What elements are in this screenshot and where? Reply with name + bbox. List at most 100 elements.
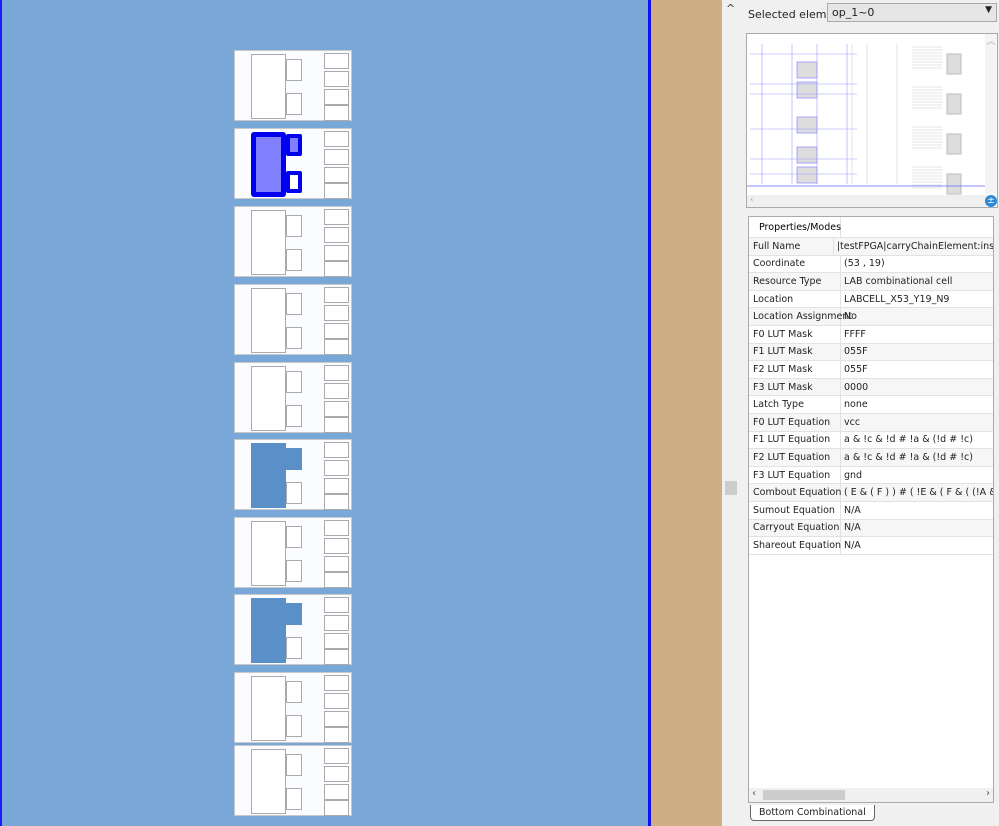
io-block[interactable] (324, 305, 349, 321)
register-block[interactable] (286, 215, 302, 237)
lut-block[interactable] (251, 54, 286, 119)
register-block[interactable] (286, 448, 302, 470)
io-block[interactable] (324, 401, 349, 417)
io-block[interactable] (324, 287, 349, 303)
lab-cell-tile[interactable] (234, 745, 352, 816)
register-block[interactable] (286, 482, 302, 504)
register-block[interactable] (286, 405, 302, 427)
io-block[interactable] (324, 520, 349, 536)
io-block[interactable] (324, 442, 349, 458)
io-block[interactable] (324, 365, 349, 381)
register-block[interactable] (286, 788, 302, 810)
io-block[interactable] (324, 800, 349, 816)
register-block[interactable] (286, 371, 302, 393)
register-block[interactable] (286, 59, 302, 81)
lut-block[interactable] (251, 288, 286, 353)
property-value: LABCELL_X53_Y19_N9 (844, 293, 950, 305)
io-block[interactable] (324, 323, 349, 339)
property-name: Full Name (749, 238, 834, 255)
lut-block[interactable] (251, 676, 286, 741)
io-block[interactable] (324, 89, 349, 105)
io-block[interactable] (324, 417, 349, 433)
lab-cell-tile[interactable] (234, 206, 352, 277)
schematic-preview[interactable]: ︿ ‹ ± (746, 33, 998, 208)
property-row: Full Name |testFPGA|carryChainElement:ins… (749, 238, 993, 256)
preview-horizontal-scrollbar[interactable]: ‹ (747, 195, 987, 207)
register-block[interactable] (286, 327, 302, 349)
register-block[interactable] (286, 93, 302, 115)
lab-cell-tile[interactable] (234, 50, 352, 121)
property-value: N/A (844, 539, 861, 551)
lut-block[interactable] (251, 749, 286, 814)
property-value: FFFF (844, 328, 866, 340)
register-block[interactable] (286, 249, 302, 271)
io-block[interactable] (324, 478, 349, 494)
io-block[interactable] (324, 784, 349, 800)
io-block[interactable] (324, 261, 349, 277)
io-block[interactable] (324, 105, 349, 121)
lab-cell-tile[interactable] (234, 439, 352, 510)
io-block[interactable] (324, 460, 349, 476)
io-block[interactable] (324, 53, 349, 69)
splitter-handle[interactable] (725, 481, 737, 495)
lab-cell-tile[interactable] (234, 672, 352, 743)
io-block[interactable] (324, 383, 349, 399)
register-block[interactable] (286, 715, 302, 737)
io-block[interactable] (324, 209, 349, 225)
preview-vertical-scrollbar[interactable]: ︿ (985, 34, 997, 194)
lut-block[interactable] (251, 598, 286, 663)
register-block[interactable] (286, 171, 302, 193)
io-block[interactable] (324, 131, 349, 147)
register-block[interactable] (286, 526, 302, 548)
lab-cell-tile[interactable] (234, 362, 352, 433)
resource-property-panel: Selected elements: op_1~0 ▼ ︿ ‹ ± Proper… (742, 0, 999, 826)
register-block[interactable] (286, 681, 302, 703)
collapse-up-icon[interactable]: ^ (726, 2, 735, 15)
canvas-margin (651, 0, 722, 826)
io-block[interactable] (324, 766, 349, 782)
property-name: Carryout Equation (749, 519, 841, 537)
register-block[interactable] (286, 293, 302, 315)
io-block[interactable] (324, 556, 349, 572)
io-block[interactable] (324, 633, 349, 649)
io-block[interactable] (324, 245, 349, 261)
lab-cell-tile[interactable] (234, 594, 352, 665)
io-block[interactable] (324, 615, 349, 631)
io-block[interactable] (324, 572, 349, 588)
tab-bottom-combinational[interactable]: Bottom Combinational (750, 805, 875, 821)
io-block[interactable] (324, 597, 349, 613)
lut-block[interactable] (251, 521, 286, 586)
io-block[interactable] (324, 494, 349, 510)
io-block[interactable] (324, 748, 349, 764)
io-block[interactable] (324, 183, 349, 199)
lab-cell-tile[interactable] (234, 517, 352, 588)
zoom-icon[interactable]: ± (985, 195, 997, 207)
lut-block[interactable] (251, 132, 286, 197)
lut-block[interactable] (251, 210, 286, 275)
property-value: 055F (844, 346, 868, 358)
io-block[interactable] (324, 711, 349, 727)
lut-block[interactable] (251, 443, 286, 508)
property-value: 0000 (844, 381, 869, 393)
io-block[interactable] (324, 538, 349, 554)
lab-cell-tile[interactable] (234, 128, 352, 199)
io-block[interactable] (324, 727, 349, 743)
selected-elements-dropdown[interactable]: op_1~0 ▼ (827, 3, 997, 22)
io-block[interactable] (324, 675, 349, 691)
properties-header-row: Properties/Modes (749, 217, 993, 238)
io-block[interactable] (324, 649, 349, 665)
register-block[interactable] (286, 603, 302, 625)
register-block[interactable] (286, 754, 302, 776)
io-block[interactable] (324, 71, 349, 87)
lut-block[interactable] (251, 366, 286, 431)
io-block[interactable] (324, 167, 349, 183)
io-block[interactable] (324, 227, 349, 243)
register-block[interactable] (286, 560, 302, 582)
register-block[interactable] (286, 134, 302, 156)
register-block[interactable] (286, 637, 302, 659)
io-block[interactable] (324, 149, 349, 165)
properties-horizontal-scrollbar[interactable]: ‹ › (749, 788, 993, 802)
io-block[interactable] (324, 693, 349, 709)
lab-cell-tile[interactable] (234, 284, 352, 355)
io-block[interactable] (324, 339, 349, 355)
